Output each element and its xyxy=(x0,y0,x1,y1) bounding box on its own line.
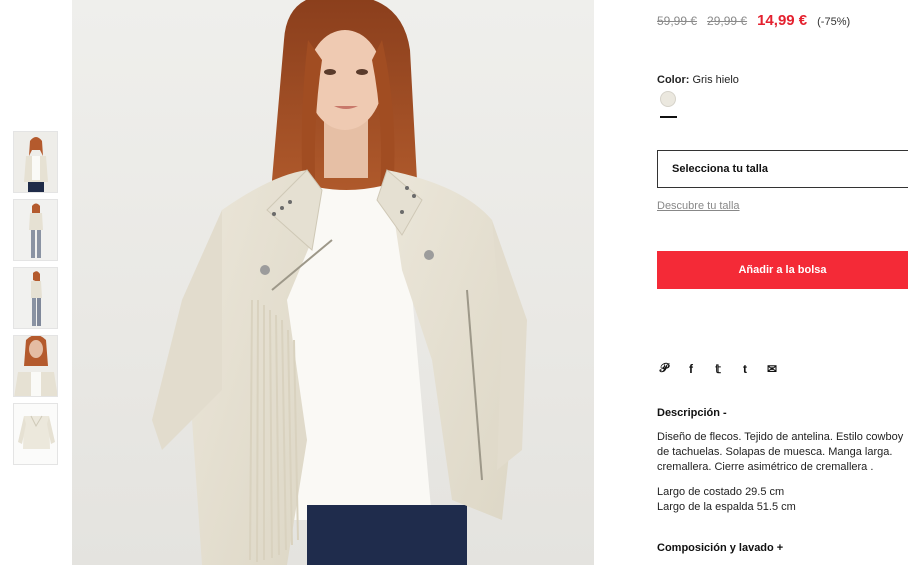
thumbnail-1-image xyxy=(14,132,57,192)
description-line: Diseño de flecos. Tejido de antelina. Es… xyxy=(657,431,904,443)
color-heading: Color: xyxy=(657,74,690,86)
product-main-image[interactable] xyxy=(72,0,594,565)
thumbnail-gallery xyxy=(13,131,58,471)
color-label: Color: Gris hielo xyxy=(657,74,739,86)
discount-badge: (-75%) xyxy=(817,16,851,28)
thumbnail-4[interactable] xyxy=(13,335,58,397)
thumbnail-5[interactable] xyxy=(13,403,58,465)
add-to-bag-button[interactable]: Añadir a la bolsa xyxy=(657,251,908,289)
tumblr-icon[interactable]: t xyxy=(738,362,752,376)
thumbnail-4-image xyxy=(14,336,57,396)
original-price: 59,99 € xyxy=(657,14,698,28)
thumbnail-3[interactable] xyxy=(13,267,58,329)
composition-toggle[interactable]: Composición y lavado + xyxy=(657,542,783,554)
previous-price: 29,99 € xyxy=(707,14,748,28)
description-text: Diseño de flecos. Tejido de antelina. Es… xyxy=(657,430,908,475)
thumbnail-2-image xyxy=(14,200,57,260)
pinterest-icon[interactable]: 𝒫 xyxy=(657,361,671,376)
price-row: 59,99 € 29,99 € 14,99 € (-75%) xyxy=(657,12,850,29)
color-value: Gris hielo xyxy=(692,74,739,86)
size-select[interactable]: Selecciona tu talla xyxy=(657,150,908,188)
selected-swatch-indicator xyxy=(660,116,677,118)
measure-back-length: Largo de la espalda 51.5 cm xyxy=(657,501,796,513)
size-guide-link[interactable]: Descubre tu talla xyxy=(657,200,740,212)
description-line: cremallera. Cierre asimétrico de cremall… xyxy=(657,461,874,473)
twitter-icon[interactable]: 𝕥 xyxy=(711,362,725,376)
facebook-icon[interactable]: f xyxy=(684,362,698,376)
measurements: Largo de costado 29.5 cm Largo de la esp… xyxy=(657,485,796,515)
thumbnail-3-image xyxy=(14,268,57,328)
current-price: 14,99 € xyxy=(757,12,808,29)
model-wearing-jacket-illustration xyxy=(152,0,527,565)
thumbnail-2[interactable] xyxy=(13,199,58,261)
share-icons: 𝒫 f 𝕥 t ✉ xyxy=(657,361,779,376)
measure-side-length: Largo de costado 29.5 cm xyxy=(657,486,785,498)
thumbnail-5-image xyxy=(14,404,57,464)
mail-icon[interactable]: ✉ xyxy=(765,362,779,376)
color-swatch-gris-hielo[interactable] xyxy=(660,91,676,107)
description-line: de tachuelas. Solapas de muesca. Manga l… xyxy=(657,446,893,458)
description-toggle[interactable]: Descripción - xyxy=(657,407,727,419)
thumbnail-1[interactable] xyxy=(13,131,58,193)
